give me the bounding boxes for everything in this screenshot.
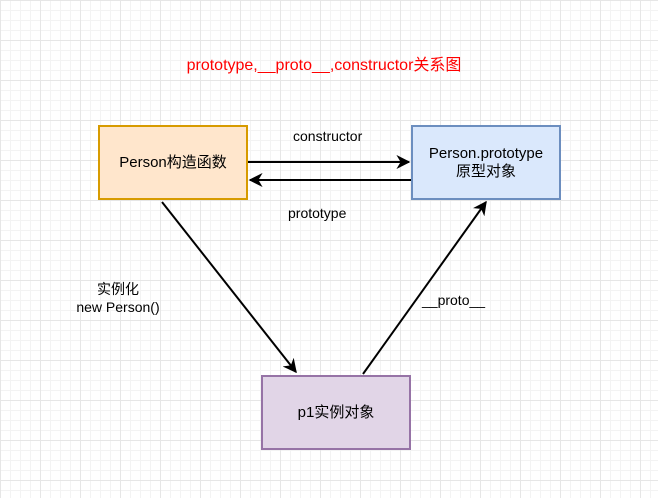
node-person-label: Person构造函数 <box>119 153 227 171</box>
node-prototype-line1: Person.prototype <box>428 144 544 162</box>
node-person-prototype[interactable]: Person.prototype 原型对象 <box>411 125 561 200</box>
arrow-person-to-p1 <box>161 201 297 374</box>
node-person-constructor[interactable]: Person构造函数 <box>98 125 248 200</box>
label-constructor: constructor <box>293 128 363 144</box>
label-proto: __proto__ <box>422 292 486 308</box>
label-prototype: prototype <box>288 205 347 221</box>
label-instantiate-line1: 实例化 <box>97 281 139 297</box>
label-instantiate-line2: new Person() <box>76 299 160 315</box>
node-prototype-line2: 原型对象 <box>455 162 516 180</box>
node-p1-instance[interactable]: p1实例对象 <box>261 375 411 450</box>
arrow-p1-to-prototype <box>362 200 487 375</box>
node-p1-label: p1实例对象 <box>297 403 375 421</box>
label-instantiate: 实例化 new Person() <box>58 280 178 316</box>
